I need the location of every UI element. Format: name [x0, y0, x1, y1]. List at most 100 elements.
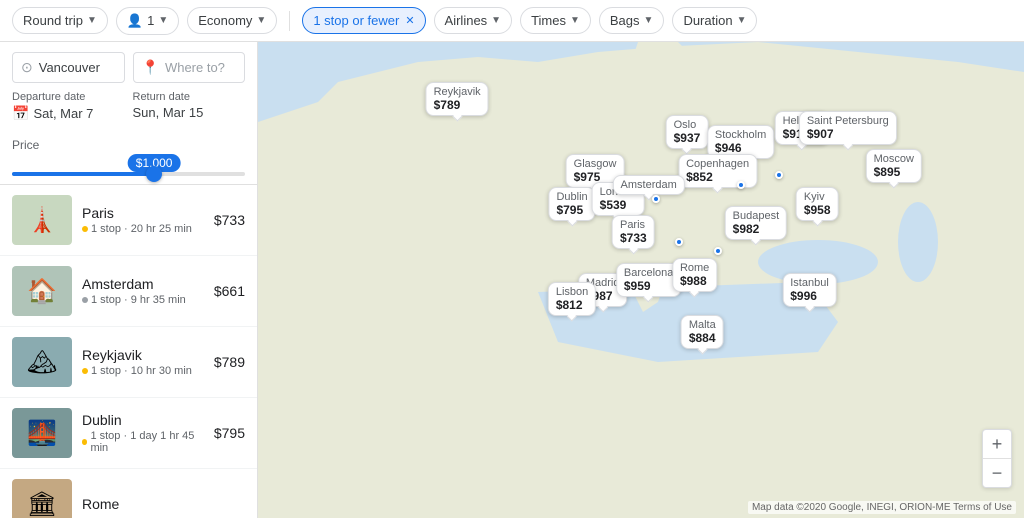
map-pin-istanbul[interactable]: Istanbul$996	[782, 273, 837, 307]
location-row: ⊙ Vancouver 📍 Where to?	[12, 52, 245, 83]
result-info: Dublin 1 stop · 1 day 1 hr 45 min	[82, 412, 204, 454]
pin-city-label: Paris	[620, 219, 647, 231]
pin-price-label: $937	[674, 131, 701, 145]
trip-type-label: Round trip	[23, 13, 83, 28]
map-pin-oslo[interactable]: Oslo$937	[666, 115, 709, 149]
pin-city-label: Stockholm	[715, 129, 766, 141]
slider-fill	[12, 172, 154, 176]
destination-placeholder: Where to?	[165, 60, 225, 75]
map-pin-amsterdam[interactable]: Amsterdam	[613, 175, 685, 195]
map-pin-saint-petersburg[interactable]: Saint Petersburg$907	[799, 111, 897, 145]
pin-price-label: $795	[556, 203, 587, 217]
map-city-dot	[652, 195, 660, 203]
result-price: $795	[214, 425, 245, 441]
pin-city-label: Budapest	[733, 210, 779, 222]
map-pin-moscow[interactable]: Moscow$895	[866, 149, 922, 183]
pin-city-label: Reykjavik	[434, 86, 481, 98]
duration-chevron: ▼	[737, 15, 747, 26]
filter-times-chip[interactable]: Times ▼	[520, 7, 591, 34]
result-stops: 1 stop · 10 hr 30 min	[82, 365, 204, 377]
passengers-selector[interactable]: 👤 1 ▼	[116, 7, 179, 35]
result-thumbnail: 🏛	[12, 479, 72, 518]
class-label: Economy	[198, 13, 252, 28]
pin-city-label: Istanbul	[790, 277, 829, 289]
map-city-dot	[737, 181, 745, 189]
map-pin-rome[interactable]: Rome$988	[672, 258, 717, 292]
filter-bags-chip[interactable]: Bags ▼	[599, 7, 665, 34]
map-area[interactable]: Reykjavik$789Oslo$937Stockholm$946Helsin…	[258, 42, 1024, 518]
return-label: Return date	[133, 91, 246, 103]
class-selector[interactable]: Economy ▼	[187, 7, 277, 34]
pin-price-label: $812	[556, 298, 588, 312]
filter-duration-chip[interactable]: Duration ▼	[672, 7, 757, 34]
map-pin-malta[interactable]: Malta$884	[681, 315, 724, 349]
departure-date-box[interactable]: Departure date 📅 Sat, Mar 7	[12, 91, 125, 122]
pin-city-label: Barcelona	[624, 267, 674, 279]
pin-city-label: Malta	[689, 319, 716, 331]
destination-input[interactable]: 📍 Where to?	[133, 52, 246, 83]
result-thumbnail: 🌉	[12, 408, 72, 458]
zoom-in-button[interactable]: +	[983, 430, 1011, 458]
map-pin-kyiv[interactable]: Kyiv$958	[796, 187, 839, 221]
airlines-chevron: ▼	[491, 15, 501, 26]
pin-price-label: $539	[600, 198, 637, 212]
zoom-out-button[interactable]: −	[983, 459, 1011, 487]
map-pin-paris[interactable]: Paris$733	[612, 215, 655, 249]
return-value: Sun, Mar 15	[133, 105, 246, 120]
times-chevron: ▼	[570, 15, 580, 26]
departure-value: 📅 Sat, Mar 7	[12, 105, 125, 122]
pin-city-label: Moscow	[874, 153, 914, 165]
map-pin-dublin[interactable]: Dublin$795	[548, 187, 595, 221]
result-thumbnail: 🗼	[12, 195, 72, 245]
pin-price-label: $988	[680, 274, 709, 288]
filter-stops-close[interactable]: ✕	[405, 14, 414, 27]
trip-type-selector[interactable]: Round trip ▼	[12, 7, 108, 34]
zoom-controls: + −	[982, 429, 1012, 488]
filter-stops-chip[interactable]: 1 stop or fewer ✕	[302, 7, 425, 34]
list-item[interactable]: 🗼Paris 1 stop · 20 hr 25 min$733	[0, 185, 257, 256]
filter-bags-label: Bags	[610, 13, 640, 28]
class-chevron: ▼	[256, 15, 266, 26]
map-pin-lisbon[interactable]: Lisbon$812	[548, 282, 596, 316]
pin-city-label: Kyiv	[804, 191, 831, 203]
origin-value: Vancouver	[39, 60, 100, 75]
list-item[interactable]: 🌉Dublin 1 stop · 1 day 1 hr 45 min $795	[0, 398, 257, 469]
price-slider-thumb[interactable]	[146, 166, 162, 182]
pin-city-label: Amsterdam	[621, 179, 677, 191]
bags-chevron: ▼	[644, 15, 654, 26]
return-date-box[interactable]: Return date Sun, Mar 15	[133, 91, 246, 122]
search-fields: ⊙ Vancouver 📍 Where to? Departure date 📅…	[0, 42, 257, 130]
result-info: Paris 1 stop · 20 hr 25 min	[82, 205, 204, 235]
left-panel: ⊙ Vancouver 📍 Where to? Departure date 📅…	[0, 42, 258, 518]
passengers-label: 1	[147, 13, 154, 28]
filter-duration-label: Duration	[683, 13, 732, 28]
pin-city-label: Dublin	[556, 191, 587, 203]
map-city-dot	[775, 171, 783, 179]
filter-airlines-chip[interactable]: Airlines ▼	[434, 7, 513, 34]
divider	[289, 11, 290, 31]
pin-price-label: $982	[733, 222, 779, 236]
map-pin-copenhagen[interactable]: Copenhagen$852	[678, 154, 757, 188]
result-city: Paris	[82, 205, 204, 221]
list-item[interactable]: 🏛 Rome	[0, 469, 257, 518]
result-thumbnail: 🏔	[12, 337, 72, 387]
list-item[interactable]: 🏠Amsterdam 1 stop · 9 hr 35 min$661	[0, 256, 257, 327]
list-item[interactable]: 🏔Reykjavik 1 stop · 10 hr 30 min$789	[0, 327, 257, 398]
map-pin-reykjavik[interactable]: Reykjavik$789	[426, 82, 489, 116]
pin-price-label: $907	[807, 127, 889, 141]
map-pin-budapest[interactable]: Budapest$982	[725, 206, 787, 240]
map-attribution: Map data ©2020 Google, INEGI, ORION-ME T…	[748, 501, 1016, 514]
pin-city-label: Saint Petersburg	[807, 115, 889, 127]
map-city-dot	[675, 238, 683, 246]
result-info: Rome	[82, 496, 235, 512]
result-stops: 1 stop · 1 day 1 hr 45 min	[82, 430, 204, 454]
pin-price-label: $959	[624, 279, 674, 293]
origin-input[interactable]: ⊙ Vancouver	[12, 52, 125, 83]
result-stops: 1 stop · 20 hr 25 min	[82, 223, 204, 235]
pin-price-label: $733	[620, 231, 647, 245]
slider-track	[12, 172, 245, 176]
price-slider-wrap: $1,000	[12, 172, 245, 176]
filter-stops-label: 1 stop or fewer	[313, 13, 399, 28]
result-city: Rome	[82, 496, 235, 512]
pin-city-label: Oslo	[674, 119, 701, 131]
